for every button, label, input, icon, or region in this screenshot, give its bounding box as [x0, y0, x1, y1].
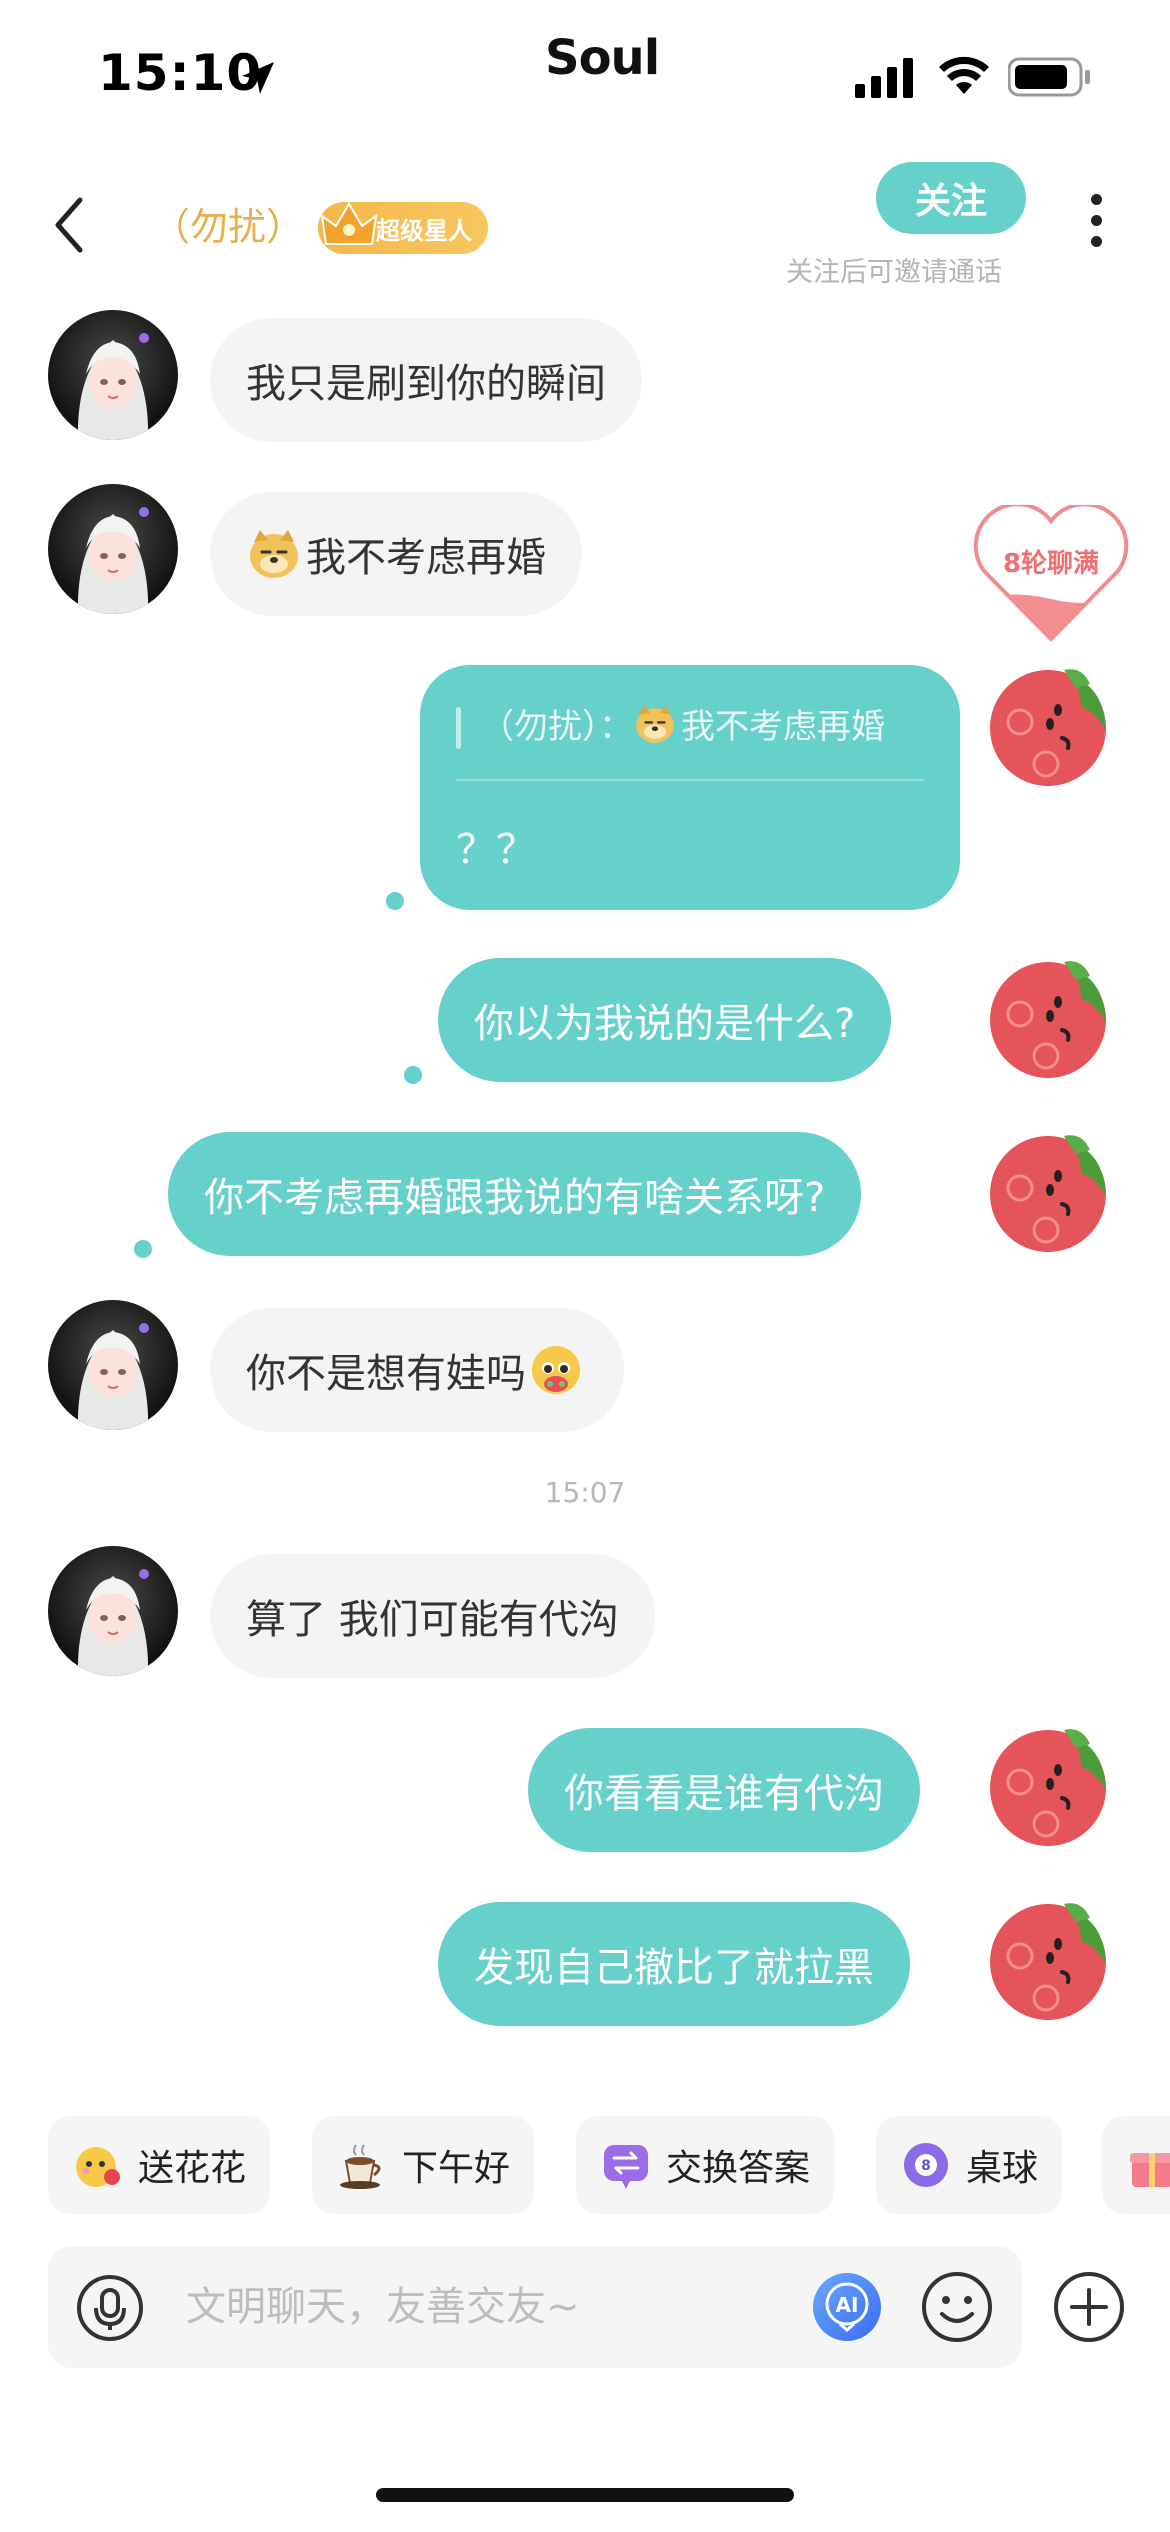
super-star-badge[interactable]: 超级星人: [318, 202, 488, 254]
read-status-dot: [134, 1240, 152, 1258]
my-avatar[interactable]: [986, 1126, 1116, 1256]
battery-icon: [1008, 57, 1090, 97]
chip-label: 交换答案: [666, 2148, 811, 2189]
tomato-avatar-icon: [990, 961, 1106, 1078]
my-avatar[interactable]: [986, 1720, 1116, 1850]
pleading-face-emoji-icon: [532, 1346, 580, 1394]
flower-emoji-icon: [76, 2147, 120, 2187]
billiard-ball-icon: 8: [904, 2143, 948, 2187]
tomato-avatar-icon: [990, 1729, 1106, 1846]
heart-badge-label: 8轮聊满: [1002, 549, 1100, 579]
quoted-sender: （勿扰）：: [480, 707, 633, 747]
message-text: 我不考虑再婚: [306, 535, 546, 581]
gift-icon: [1130, 2153, 1170, 2187]
status-bar: 15:10 Soul: [0, 0, 1170, 150]
my-avatar[interactable]: [986, 1894, 1116, 2024]
quote-bar: [456, 707, 461, 749]
my-avatar[interactable]: [986, 660, 1116, 790]
quick-action-billiards[interactable]: 8 桌球: [876, 2116, 1063, 2214]
quick-action-send-flowers[interactable]: 送花花: [48, 2116, 271, 2214]
anime-girl-avatar-icon: [77, 507, 149, 614]
follow-hint: 关注后可邀请通话: [786, 257, 1002, 288]
message-text: ？？: [456, 827, 536, 873]
chat-partner-name[interactable]: （勿扰）: [152, 196, 304, 251]
message-input[interactable]: [186, 2272, 826, 2342]
message-text: 你不是想有娃吗: [246, 1351, 526, 1397]
chat-rounds-heart-badge[interactable]: 8轮聊满: [970, 502, 1132, 645]
tomato-avatar-icon: [990, 669, 1106, 786]
svg-text:AI: AI: [836, 2293, 859, 2317]
partner-avatar[interactable]: [48, 484, 178, 614]
message-bubble-outgoing[interactable]: 发现自己撤比了就拉黑: [438, 1902, 910, 2026]
crown-badge-icon: [320, 202, 378, 245]
message-bubble-outgoing[interactable]: 你以为我说的是什么?: [438, 958, 892, 1082]
ai-assistant-icon[interactable]: AI: [810, 2270, 884, 2344]
message-input-bar: AI: [48, 2246, 1022, 2368]
chat-header: （勿扰） 超级星人 关注 关注后可邀请通话: [0, 150, 1170, 300]
partner-avatar[interactable]: [48, 1300, 178, 1430]
chip-label: 桌球: [966, 2148, 1039, 2189]
app-title: Soul: [545, 30, 660, 86]
anime-girl-avatar-icon: [77, 1323, 149, 1430]
message-bubble-outgoing[interactable]: 你不考虑再婚跟我说的有啥关系呀?: [168, 1132, 862, 1256]
message-bubble-incoming[interactable]: 我只是刷到你的瞬间: [210, 318, 642, 442]
add-attachment-icon[interactable]: [1052, 2270, 1126, 2344]
message-bubble-incoming[interactable]: 算了 我们可能有代沟: [210, 1554, 655, 1678]
quoted-text: 我不考虑再婚: [681, 707, 885, 747]
chip-label: 送花花: [138, 2148, 247, 2189]
anime-girl-avatar-icon: [77, 333, 149, 440]
partner-avatar[interactable]: [48, 310, 178, 440]
wifi-icon: [939, 56, 989, 94]
quoted-message[interactable]: （勿扰）： 我不考虑再婚: [480, 699, 885, 748]
badge-label: 超级星人: [376, 216, 472, 245]
quick-action-exchange-answers[interactable]: 交换答案: [576, 2116, 835, 2214]
swap-icon: [604, 2145, 648, 2189]
location-arrow-icon: [242, 62, 274, 94]
my-avatar[interactable]: [986, 952, 1116, 1082]
message-bubble-incoming[interactable]: 我不考虑再婚: [210, 492, 582, 616]
voice-input-icon[interactable]: [76, 2274, 144, 2342]
anime-girl-avatar-icon: [77, 1569, 149, 1676]
svg-text:8: 8: [921, 2158, 931, 2174]
back-icon[interactable]: [46, 190, 96, 260]
message-bubble-outgoing[interactable]: 你看看是谁有代沟: [528, 1728, 920, 1852]
doge-emoji-icon: [636, 704, 674, 743]
home-indicator[interactable]: [376, 2488, 794, 2502]
quick-action-gift[interactable]: [1102, 2116, 1170, 2214]
coffee-icon: [340, 2144, 381, 2189]
read-status-dot: [404, 1066, 422, 1084]
quick-action-good-afternoon[interactable]: 下午好: [312, 2116, 535, 2214]
tomato-avatar-icon: [990, 1135, 1106, 1252]
quote-divider: [456, 779, 924, 781]
partner-avatar[interactable]: [48, 1546, 178, 1676]
quick-actions-bar[interactable]: 送花花 下午好 交换答案 8 桌球: [0, 2116, 1170, 2216]
message-bubble-outgoing-quote[interactable]: （勿扰）： 我不考虑再婚 ？？: [420, 665, 960, 910]
tomato-avatar-icon: [990, 1903, 1106, 2020]
doge-emoji-icon: [250, 530, 298, 578]
emoji-picker-icon[interactable]: [920, 2270, 994, 2344]
more-options-icon[interactable]: [1084, 194, 1108, 258]
message-bubble-incoming[interactable]: 你不是想有娃吗: [210, 1308, 624, 1432]
follow-button[interactable]: 关注: [876, 162, 1026, 234]
message-timestamp: 15:07: [544, 1476, 626, 1509]
chip-label: 下午好: [402, 2148, 511, 2189]
chat-messages[interactable]: 我只是刷到你的瞬间 我不考虑再婚 8轮聊满 （勿扰）： 我不考虑再婚 ？？ 你以…: [0, 300, 1170, 2100]
signal-icon: [855, 58, 913, 98]
read-status-dot: [386, 892, 404, 910]
